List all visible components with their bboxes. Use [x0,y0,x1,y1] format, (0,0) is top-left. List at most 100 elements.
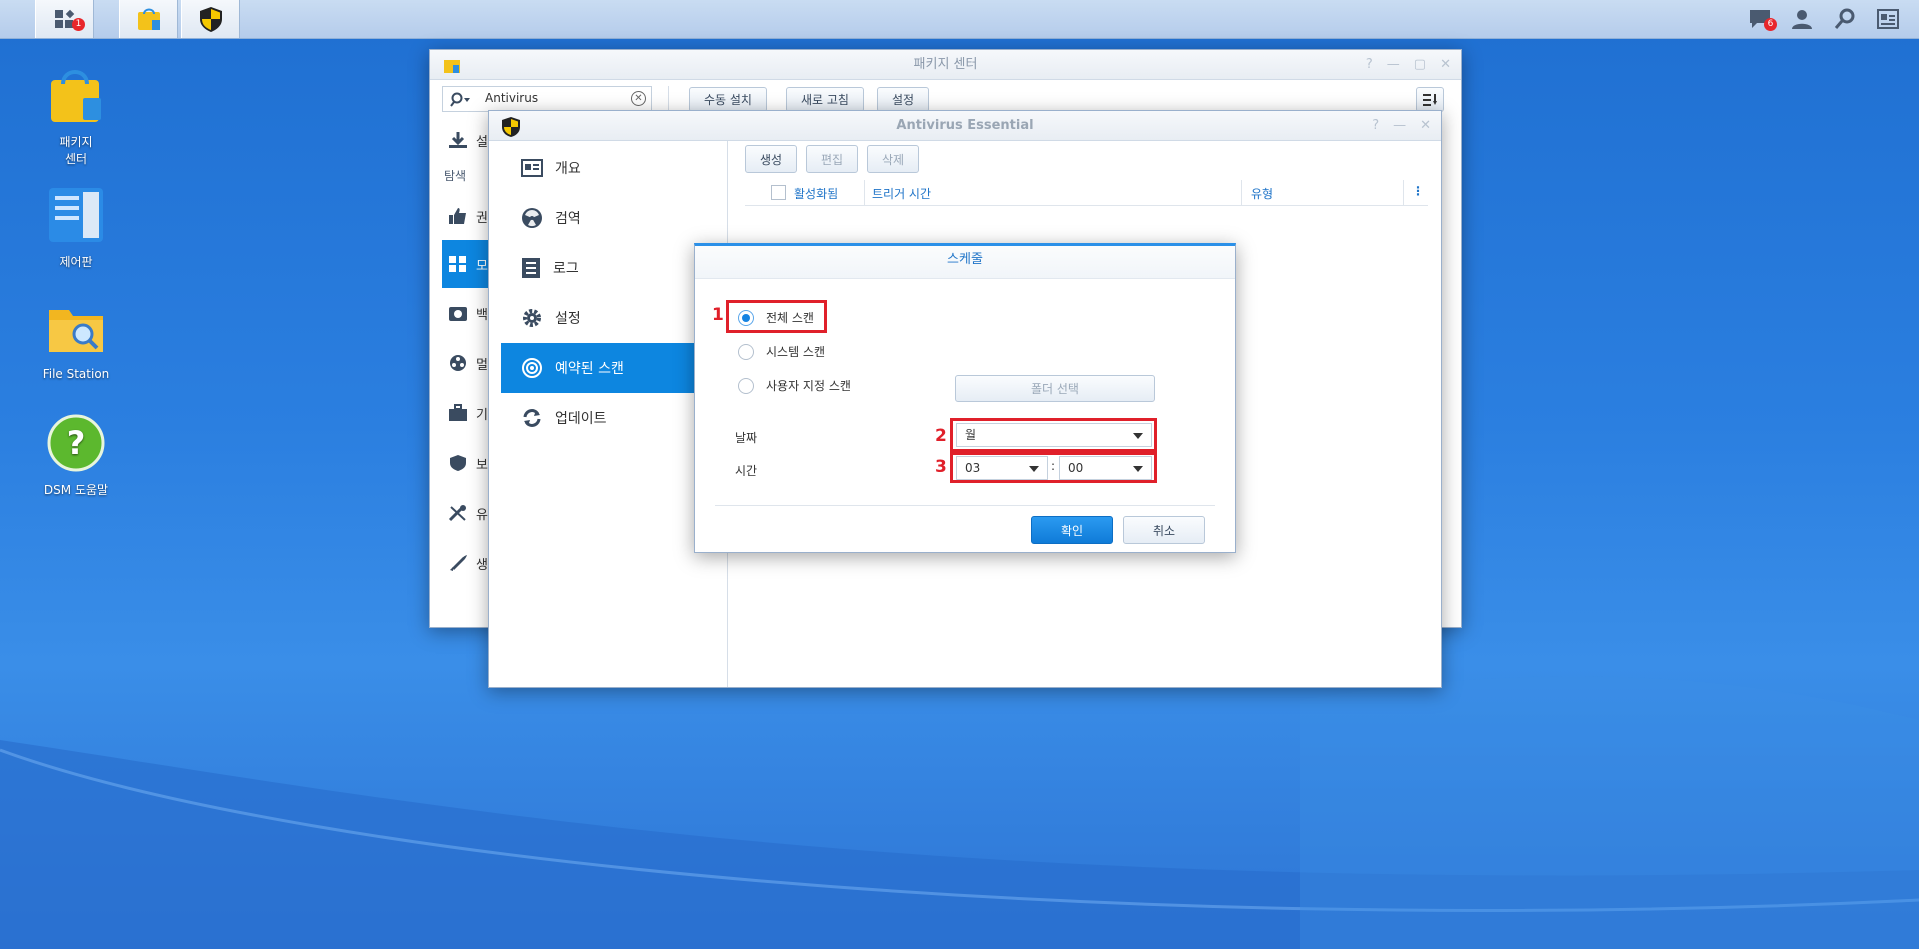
nav-label: 개요 [555,161,581,177]
help-icon[interactable]: ? [1366,50,1373,80]
column-trigger-time[interactable]: 트리거 시간 [872,185,931,202]
sidebar-item-label: 유 [476,507,488,523]
delete-button[interactable]: 삭제 [867,145,920,173]
notifications-badge: 6 [1764,18,1777,31]
time-label: 시간 [735,464,758,478]
nav-item-scheduled-scan[interactable]: 예약된 스캔 [501,343,721,393]
column-type[interactable]: 유형 [1251,185,1273,202]
minimize-icon[interactable]: — [1393,111,1406,141]
antivirus-nav: 개요 검역 로그 설정 예약된 스캔 업데이트 [501,143,721,443]
manual-install-button[interactable]: 수동 설치 [689,87,767,112]
search-icon [450,92,470,107]
radiation-icon [522,208,542,228]
help-icon: ? [47,414,105,472]
desktop-icon-label: File Station [42,367,110,381]
option-system-scan[interactable]: 시스템 스캔 [738,343,825,360]
sidebar-item-label: 기 [476,407,488,423]
sort-icon [1423,93,1437,106]
search-icon [1834,8,1855,29]
briefcase-icon [449,404,467,421]
sidebar-item-label: 보 [476,457,488,473]
toolbar-divider [668,86,669,112]
window-title: Antivirus Essential [896,118,1034,133]
desktop-icon-file-station[interactable]: File Station [21,298,131,381]
nav-item-settings[interactable]: 설정 [501,293,721,343]
column-enabled[interactable]: 활성화됨 [794,185,838,202]
custom-scan-radio[interactable] [738,377,754,394]
close-icon[interactable]: ✕ [1440,50,1451,80]
rocket-icon [450,555,467,571]
desktop-icon-dsm-help[interactable]: ? DSM 도움말 [21,412,131,498]
create-button[interactable]: 생성 [745,145,798,173]
nav-label: 설정 [555,311,581,327]
shopping-bag-icon [51,70,101,122]
desktop-icon-label: 패키지 센터 [59,135,93,166]
antivirus-titlebar: Antivirus Essential ? — ✕ [489,111,1441,141]
control-panel-icon [49,188,103,242]
search-input[interactable]: Antivirus [485,91,538,105]
nav-item-overview[interactable]: 개요 [501,143,721,193]
annotation-box-1 [726,300,827,333]
close-icon[interactable]: ✕ [1420,111,1431,141]
gear-icon [523,309,541,327]
edit-button[interactable]: 편집 [806,145,859,173]
refresh-button[interactable]: 새로 고침 [786,87,864,112]
desktop-icon-control-panel[interactable]: 제어판 [21,184,131,270]
main-menu-button[interactable]: 1 [35,0,94,38]
settings-button[interactable]: 설정 [877,87,930,112]
annotation-number-3: 3 [935,457,947,477]
cancel-button[interactable]: 취소 [1123,516,1205,544]
sidebar-item-label: 백 [476,307,488,323]
dialog-title: 스케줄 [695,246,1235,279]
user-button[interactable] [1780,0,1824,38]
download-icon [449,132,467,148]
column-divider [1241,180,1242,206]
nav-label: 업데이트 [555,411,607,427]
column-menu-icon[interactable]: ⋮ [1412,184,1424,198]
dialog-divider [715,505,1215,506]
sidebar-item-label: 생 [476,557,488,573]
taskbar: 1 6 [0,0,1919,39]
folder-select-button[interactable]: 폴더 선택 [955,375,1155,402]
system-scan-radio[interactable] [738,343,754,360]
date-label: 날짜 [735,431,758,445]
user-icon [1792,10,1812,29]
desktop-icon-package-center[interactable]: 패키지 센터 [21,64,131,167]
desktop-icon-label: 제어판 [59,255,93,269]
taskbar-antivirus[interactable] [181,0,240,38]
sort-button[interactable] [1416,87,1444,112]
schedule-table-header: 활성화됨 트리거 시간 유형 ⋮ [745,180,1428,206]
tools-icon [448,505,466,522]
thumbs-up-icon [449,208,466,224]
annotation-box-3 [950,452,1157,483]
grid-icon [449,256,466,272]
taskbar-package-center[interactable] [119,0,178,38]
nav-item-update[interactable]: 업데이트 [501,393,721,443]
select-all-checkbox[interactable] [771,185,786,200]
shield-icon [450,455,466,471]
notifications-button[interactable]: 6 [1738,0,1782,38]
sidebar-item-label: 권 [476,210,488,226]
option-label: 시스템 스캔 [766,345,826,359]
shield-icon [502,117,520,137]
column-divider [864,180,865,206]
search-button[interactable] [1823,0,1867,38]
option-custom-scan[interactable]: 사용자 지정 스캔 [738,377,851,394]
nav-label: 예약된 스캔 [555,361,624,377]
maximize-icon[interactable]: ▢ [1414,50,1426,80]
schedule-dialog: 스케줄 전체 스캔 시스템 스캔 사용자 지정 스캔 폴더 선택 날짜 월 시간… [694,243,1236,553]
backup-icon [449,307,467,321]
nav-item-quarantine[interactable]: 검역 [501,193,721,243]
option-label: 사용자 지정 스캔 [766,379,851,393]
minimize-icon[interactable]: — [1387,50,1400,80]
svg-text:?: ? [67,424,86,462]
ok-button[interactable]: 확인 [1031,516,1113,544]
window-title: 패키지 센터 [913,57,978,72]
search-field[interactable]: Antivirus ✕ [442,86,652,112]
nav-item-log[interactable]: 로그 [501,243,721,293]
clear-search-icon[interactable]: ✕ [631,91,646,106]
widgets-button[interactable] [1866,0,1910,38]
film-reel-icon [450,355,466,371]
help-icon[interactable]: ? [1372,111,1379,141]
nav-label: 로그 [553,261,579,277]
